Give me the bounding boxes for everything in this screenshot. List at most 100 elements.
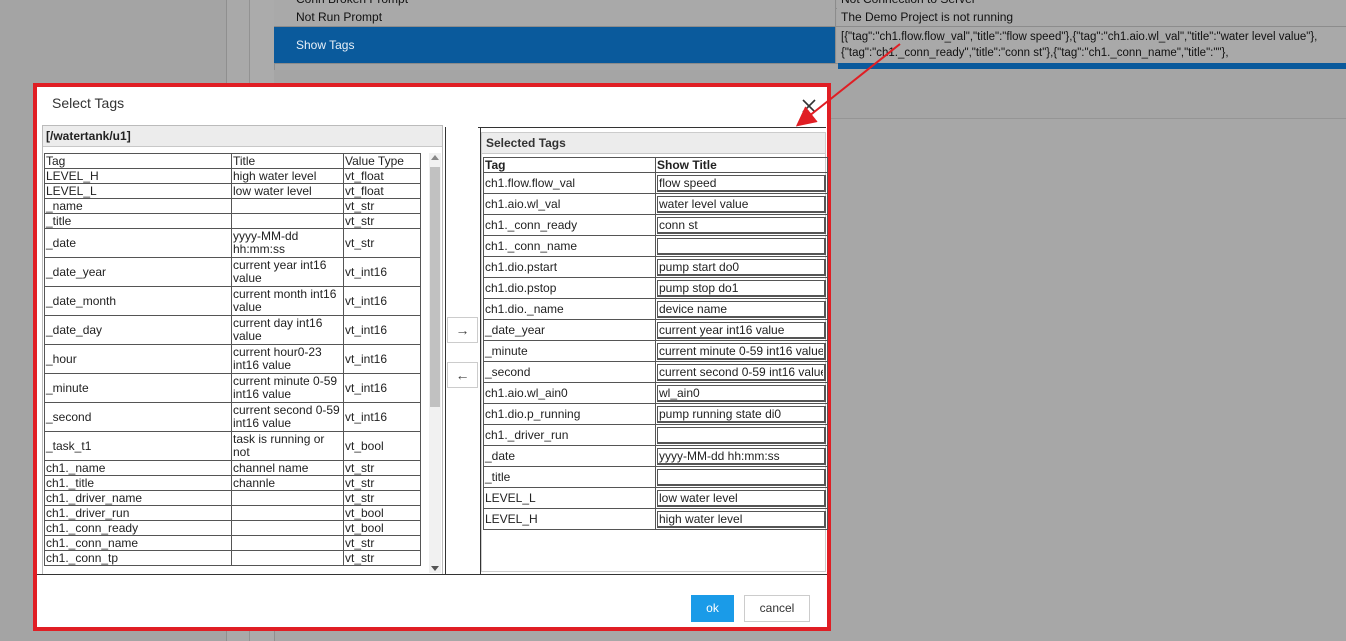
cell-title	[231, 213, 344, 229]
table-row[interactable]: ch1._conn_name vt_str	[44, 535, 421, 551]
show-title-input[interactable]	[657, 258, 826, 276]
table-row[interactable]: LEVEL_H	[483, 508, 828, 530]
table-row[interactable]: ch1._driver_run vt_bool	[44, 505, 421, 521]
cell-tag: _name	[44, 198, 232, 214]
show-title-input[interactable]	[657, 321, 826, 339]
show-title-input[interactable]	[657, 468, 826, 486]
table-row[interactable]: _minute current minute 0-59 int16 value vt…	[44, 373, 421, 403]
col-header-tag[interactable]: Tag	[44, 153, 232, 169]
table-row[interactable]: ch1._name channel name vt_str	[44, 460, 421, 476]
table-row[interactable]: _date	[483, 445, 828, 467]
cell-tag: _minute	[483, 340, 656, 362]
table-row[interactable]: _hour current hour0-23 int16 value vt_int1…	[44, 344, 421, 374]
show-title-input[interactable]	[657, 447, 826, 465]
property-row-not-run[interactable]: Not Run Prompt The Demo Project is not r…	[274, 8, 1346, 27]
cell-type: vt_str	[343, 213, 421, 229]
cell-tag: ch1._conn_ready	[483, 214, 656, 236]
scroll-down-icon[interactable]	[431, 566, 439, 571]
show-title-input[interactable]	[657, 237, 826, 255]
cell-tag: _title	[44, 213, 232, 229]
cancel-button[interactable]: cancel	[744, 595, 810, 622]
table-row[interactable]: ch1._conn_name	[483, 235, 828, 257]
cell-title: channel name	[231, 460, 344, 476]
selected-tags-table: Tag Show Title ch1.flow.flow_valch1.aio.…	[483, 157, 828, 530]
table-row[interactable]: ch1.aio.wl_val	[483, 193, 828, 215]
cell-title: current day int16 value	[231, 315, 344, 345]
remove-tag-button[interactable]: ←	[447, 362, 478, 388]
arrow-right-icon: →	[455, 322, 470, 338]
table-row[interactable]: ch1.dio.pstop	[483, 277, 828, 299]
show-title-input[interactable]	[657, 342, 826, 360]
close-button[interactable]	[800, 97, 818, 115]
col-header-tag[interactable]: Tag	[483, 157, 656, 173]
cell-type: vt_int16	[343, 344, 421, 374]
table-row[interactable]: ch1.dio._name	[483, 298, 828, 320]
show-title-input[interactable]	[657, 363, 826, 381]
table-row[interactable]: _second current second 0-59 int16 value vt…	[44, 402, 421, 432]
show-title-input[interactable]	[657, 510, 826, 528]
show-title-input[interactable]	[657, 195, 826, 213]
show-tags-value[interactable]: [{"tag":"ch1.flow.flow_val","title":"flo…	[837, 27, 1346, 63]
show-title-input[interactable]	[657, 174, 826, 192]
table-row[interactable]: _minute	[483, 340, 828, 362]
cell-tag: _minute	[44, 373, 232, 403]
cell-type: vt_int16	[343, 286, 421, 316]
property-panel: Conn Broken Prompt Not Connection to Ser…	[274, 0, 1346, 70]
table-row[interactable]: ch1._conn_ready vt_bool	[44, 520, 421, 536]
table-row[interactable]: ch1._driver_name vt_str	[44, 490, 421, 506]
show-title-input[interactable]	[657, 384, 826, 402]
property-row-show-tags[interactable]: Show Tags [{"tag":"ch1.flow.flow_val","t…	[274, 27, 1346, 64]
table-row[interactable]: _date yyyy-MM-dd hh:mm:ss vt_str	[44, 228, 421, 258]
show-title-input[interactable]	[657, 426, 826, 444]
cell-type: vt_str	[343, 550, 421, 566]
cell-show-title	[655, 172, 828, 194]
table-row[interactable]: _date_year	[483, 319, 828, 341]
table-row[interactable]: _task_t1 task is running or not vt_bool	[44, 431, 421, 461]
cell-tag: ch1._driver_name	[44, 490, 232, 506]
table-row[interactable]: LEVEL_H high water level vt_float	[44, 168, 421, 184]
table-row[interactable]: LEVEL_L low water level vt_float	[44, 183, 421, 199]
table-row[interactable]: ch1._title channle vt_str	[44, 475, 421, 491]
table-row[interactable]: ch1._conn_ready	[483, 214, 828, 236]
table-row[interactable]: ch1._driver_run	[483, 424, 828, 446]
cell-tag: ch1._conn_name	[44, 535, 232, 551]
table-row[interactable]: ch1._conn_tp vt_str	[44, 550, 421, 566]
table-row[interactable]: _title vt_str	[44, 213, 421, 229]
cell-title: current year int16 value	[231, 257, 344, 287]
table-row[interactable]: _date_year current year int16 value vt_int…	[44, 257, 421, 287]
col-header-title[interactable]: Title	[231, 153, 344, 169]
table-row[interactable]: _second	[483, 361, 828, 383]
cell-tag: _hour	[44, 344, 232, 374]
tag-path: [/watertank/u1]	[43, 126, 442, 147]
show-tags-line-1: [{"tag":"ch1.flow.flow_val","title":"flo…	[841, 31, 1318, 43]
table-row[interactable]: ch1.flow.flow_val	[483, 172, 828, 194]
col-header-show-title[interactable]: Show Title	[655, 157, 828, 173]
cell-tag: LEVEL_H	[44, 168, 232, 184]
show-title-input[interactable]	[657, 300, 826, 318]
show-title-input[interactable]	[657, 405, 826, 423]
cell-tag: _second	[483, 361, 656, 383]
table-row[interactable]: _date_month current month int16 value vt_i…	[44, 286, 421, 316]
cell-type: vt_int16	[343, 402, 421, 432]
scrollbar-thumb[interactable]	[430, 167, 440, 407]
table-row[interactable]: _name vt_str	[44, 198, 421, 214]
scroll-up-icon[interactable]	[431, 155, 439, 160]
scrollbar[interactable]	[429, 153, 441, 573]
table-row[interactable]: ch1.dio.p_running	[483, 403, 828, 425]
available-tags-scroll[interactable]: Tag Title Value Type LEVEL_H high water l…	[44, 153, 427, 573]
cell-show-title	[655, 424, 828, 446]
cell-tag: ch1.dio.pstart	[483, 256, 656, 278]
add-tag-button[interactable]: →	[447, 317, 478, 343]
show-title-input[interactable]	[657, 216, 826, 234]
table-row[interactable]: ch1.dio.pstart	[483, 256, 828, 278]
show-title-input[interactable]	[657, 489, 826, 507]
table-row[interactable]: ch1.aio.wl_ain0	[483, 382, 828, 404]
ok-button[interactable]: ok	[691, 595, 734, 622]
table-row[interactable]: LEVEL_L	[483, 487, 828, 509]
available-tags-table: Tag Title Value Type LEVEL_H high water l…	[44, 153, 421, 566]
table-row[interactable]: _title	[483, 466, 828, 488]
cell-type: vt_str	[343, 460, 421, 476]
col-header-value-type[interactable]: Value Type	[343, 153, 421, 169]
table-row[interactable]: _date_day current day int16 value vt_int16	[44, 315, 421, 345]
show-title-input[interactable]	[657, 279, 826, 297]
